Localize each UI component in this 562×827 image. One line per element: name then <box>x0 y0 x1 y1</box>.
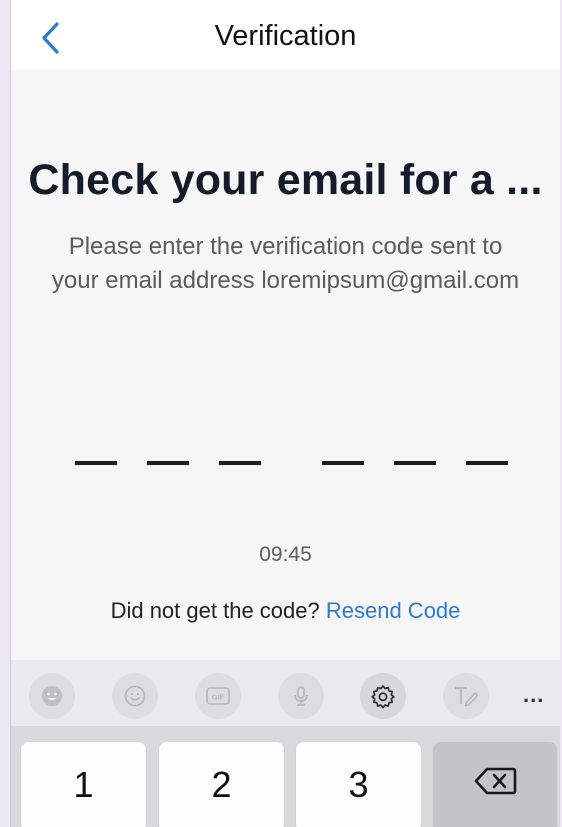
code-digit-slot-4[interactable] <box>322 461 364 465</box>
key-3[interactable]: 3 <box>296 742 421 827</box>
instructions-line-1: Please enter the verification code sent … <box>68 233 503 260</box>
page-title: Verification <box>214 20 357 52</box>
sticker-icon <box>124 685 146 707</box>
top-app-bar: Verification <box>11 0 560 70</box>
keyboard-toolbar: GIF ... <box>11 660 560 726</box>
numeric-keyboard: 1 2 3 <box>11 726 560 827</box>
more-icon[interactable]: ... <box>523 682 544 708</box>
gif-button[interactable]: GIF <box>195 673 241 719</box>
keyboard-settings-button[interactable] <box>360 673 406 719</box>
verification-code-input[interactable] <box>75 461 508 471</box>
instructions: Please enter the verification code sent … <box>21 230 550 298</box>
emoji-icon <box>42 686 62 706</box>
gif-icon: GIF <box>206 687 230 705</box>
instructions-line-2: your email address loremipsum@gmail.com <box>51 267 520 294</box>
code-digit-slot-3[interactable] <box>219 461 261 465</box>
code-digit-slot-1[interactable] <box>75 461 117 465</box>
key-1[interactable]: 1 <box>21 742 146 827</box>
backspace-icon <box>474 767 517 795</box>
handwriting-button[interactable] <box>443 673 489 719</box>
headline: Check your email for a ... <box>28 156 543 204</box>
microphone-icon <box>294 686 308 706</box>
resend-code-link[interactable]: Resend Code <box>326 598 461 623</box>
sticker-button[interactable] <box>112 673 158 719</box>
countdown-timer: 09:45 <box>259 543 312 566</box>
emoji-button[interactable] <box>29 673 75 719</box>
voice-input-button[interactable] <box>278 673 324 719</box>
resend-prompt: Did not get the code? <box>110 598 320 623</box>
svg-text:GIF: GIF <box>212 693 225 702</box>
settings-icon <box>371 685 395 709</box>
key-2[interactable]: 2 <box>159 742 284 827</box>
code-digit-slot-2[interactable] <box>147 461 189 465</box>
backspace-key[interactable] <box>433 742 557 827</box>
resend-row: Did not get the code? Resend Code <box>11 598 560 624</box>
app-screen: Verification Check your email for a ... … <box>10 0 560 827</box>
code-digit-slot-6[interactable] <box>466 461 508 465</box>
handwriting-icon <box>455 687 479 707</box>
code-digit-slot-5[interactable] <box>394 461 436 465</box>
